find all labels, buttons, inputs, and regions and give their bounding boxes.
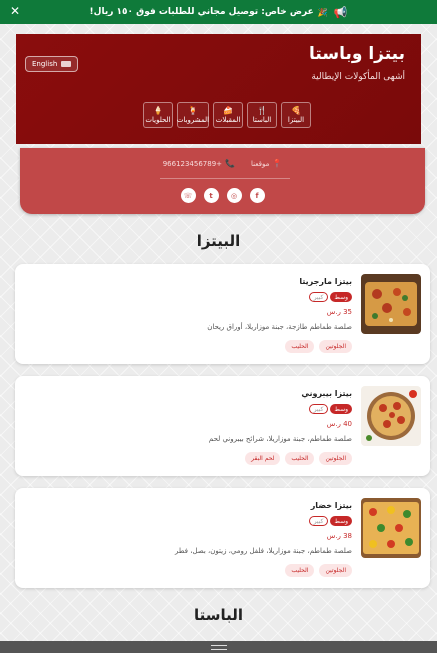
product-card[interactable]: بيتزا مارجريتا وسط كبير 35 ر.س صلصة طماط… [15, 264, 430, 364]
category-appetizers[interactable]: 🍰 المقبلات [213, 102, 243, 128]
allergen-tags: الجلوتين الحليب لحم البقر [245, 452, 352, 465]
allergen-tag: لحم البقر [245, 452, 281, 465]
allergen-tag: الجلوتين [319, 340, 352, 353]
size-selector: وسط كبير [308, 292, 352, 302]
social-links: ☏ t ◎ f [20, 188, 425, 203]
party-icon: 🎉 [317, 7, 328, 17]
promo-bar: 📢 🎉 عرض خاص: توصيل مجاني للطلبات فوق ١٥٠… [0, 0, 437, 24]
megaphone-icon: 📢 [333, 5, 348, 19]
promo-text: عرض خاص: توصيل مجاني للطلبات فوق ١٥٠ ريا… [89, 7, 314, 17]
category-pasta[interactable]: 🍴 الباستا [247, 102, 277, 128]
divider [160, 178, 290, 179]
location-pin-icon: 📍 [272, 159, 283, 168]
contact-panel: 📍موقعنا 📞+966123456789 ☏ t ◎ f [20, 148, 425, 214]
size-selector: وسط كبير [308, 516, 352, 526]
product-name: بيتزا خضار [310, 501, 352, 510]
close-promo-button[interactable]: ✕ [10, 4, 20, 18]
restaurant-title: بيتزا وباستا [309, 44, 405, 64]
size-option-large[interactable]: كبير [308, 404, 329, 414]
product-price: 35 ر.س [326, 308, 352, 316]
size-option-large[interactable]: كبير [308, 516, 329, 526]
section-title-pasta: الباستا [193, 606, 244, 624]
allergen-tags: الجلوتين الحليب [285, 564, 352, 577]
facebook-icon[interactable]: f [249, 188, 265, 203]
ice-cream-icon: 🍦 [153, 106, 163, 115]
bottom-drag-handle[interactable] [0, 641, 437, 653]
category-pizza[interactable]: 🍕 البيتزا [281, 102, 311, 128]
product-image [361, 498, 421, 558]
product-image [361, 386, 421, 446]
allergen-tag: الجلوتين [319, 564, 352, 577]
grip-icon [210, 644, 227, 650]
category-label: المشروبات [176, 116, 210, 124]
allergen-tags: الجلوتين الحليب [285, 340, 352, 353]
instagram-icon[interactable]: ◎ [226, 188, 242, 203]
size-option-medium[interactable]: وسط [330, 516, 352, 526]
product-description: صلصة طماطم طازجة، جبنة موزاريلا، أوراق ر… [207, 323, 352, 331]
section-title-pizza: البيتزا [196, 232, 241, 250]
category-label: الباستا [252, 116, 272, 124]
language-label: English [32, 60, 58, 68]
product-name: بيتزا بيبروني [301, 389, 352, 398]
product-name: بيتزا مارجريتا [299, 277, 352, 286]
language-toggle-button[interactable]: English [25, 56, 79, 72]
product-card[interactable]: بيتزا بيبروني وسط كبير 40 ر.س صلصة طماطم… [15, 376, 430, 476]
size-selector: وسط كبير [308, 404, 352, 414]
restaurant-subtitle: أشهى المأكولات الإيطالية [311, 72, 405, 82]
product-description: صلصة طماطم، جبنة موزاريلا، شرائح بيبروني… [208, 435, 352, 443]
category-label: المقبلات [215, 116, 241, 124]
size-option-medium[interactable]: وسط [330, 292, 352, 302]
allergen-tag: الحليب [285, 452, 315, 465]
phone-link[interactable]: 📞+966123456789 [163, 159, 235, 168]
whatsapp-icon[interactable]: ☏ [180, 188, 196, 203]
category-drinks[interactable]: 🍹 المشروبات [177, 102, 209, 128]
drink-icon: 🍹 [188, 106, 198, 115]
utensils-icon: 🍴 [257, 106, 267, 115]
size-option-large[interactable]: كبير [308, 292, 329, 302]
phone-icon: 📞 [225, 159, 235, 168]
allergen-tag: الجلوتين [319, 452, 352, 465]
allergen-tag: الحليب [285, 564, 315, 577]
cake-icon: 🍰 [223, 106, 233, 115]
size-option-medium[interactable]: وسط [330, 404, 352, 414]
pizza-icon: 🍕 [291, 106, 301, 115]
restaurant-header: بيتزا وباستا أشهى المأكولات الإيطالية En… [16, 34, 421, 144]
category-label: البيتزا [287, 116, 305, 124]
allergen-tag: الحليب [285, 340, 315, 353]
category-label: الحلويات [145, 116, 171, 124]
product-price: 40 ر.س [326, 420, 352, 428]
category-desserts[interactable]: 🍦 الحلويات [143, 102, 173, 128]
category-nav: 🍕 البيتزا 🍴 الباستا 🍰 المقبلات 🍹 المشروب… [143, 102, 311, 128]
product-image [361, 274, 421, 334]
product-price: 38 ر.س [326, 532, 352, 540]
flag-icon [61, 61, 72, 67]
product-card[interactable]: بيتزا خضار وسط كبير 38 ر.س صلصة طماطم، ج… [15, 488, 430, 588]
twitter-icon[interactable]: t [203, 188, 219, 203]
product-description: صلصة طماطم، جبنة موزاريلا، فلفل رومي، زي… [175, 547, 352, 555]
location-link[interactable]: 📍موقعنا [251, 159, 282, 168]
